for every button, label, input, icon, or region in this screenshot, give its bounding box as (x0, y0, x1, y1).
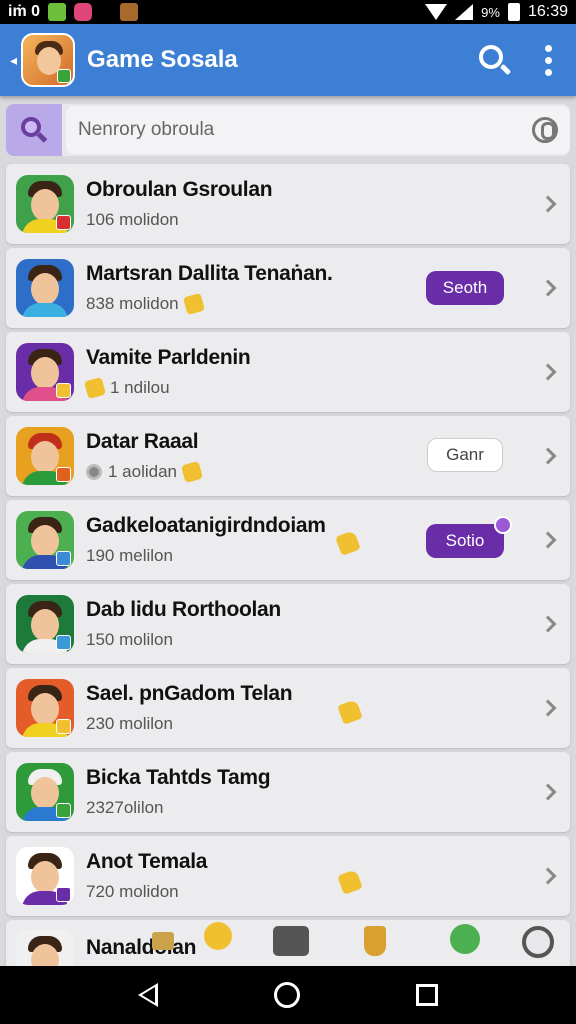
status-badge[interactable]: Sotio (426, 516, 512, 558)
emoji-icon (182, 292, 205, 316)
app-notification-icon (74, 3, 93, 21)
status-left-text: iṁ 0 (8, 3, 41, 20)
trophy-icon[interactable] (364, 926, 386, 956)
back-button[interactable] (138, 983, 158, 1007)
avatar (16, 595, 74, 653)
overflow-menu-icon[interactable] (545, 44, 552, 76)
contact-name: Dab lidu Rorthoolan (86, 598, 281, 621)
wifi-icon (425, 4, 448, 20)
avatar (16, 511, 74, 569)
avatar (16, 427, 74, 485)
list-item[interactable]: Datar Raaal 1 aolidan Ganr (6, 416, 570, 496)
system-nav-bar (0, 966, 576, 1024)
contact-name: Sael. pnGadom Telan (86, 682, 293, 705)
more-icon[interactable] (522, 926, 554, 958)
avatar (16, 175, 74, 233)
badge-icon[interactable] (450, 924, 480, 954)
search-icon[interactable] (477, 43, 512, 77)
list-item[interactable]: Gadkeloatanigirdndoiam 190 melilon Sotio (6, 500, 570, 580)
avatar (16, 847, 74, 905)
search-field (66, 106, 570, 154)
contact-sub: 1 aolidan (108, 462, 178, 481)
voice-icon[interactable] (532, 117, 558, 143)
bottom-toolbar (0, 918, 576, 966)
chat-icon[interactable] (152, 932, 174, 950)
search-input[interactable] (78, 119, 532, 141)
list-item[interactable]: Obroulan Gsroulan 106 molidon (6, 164, 570, 244)
notification-dot-icon (494, 516, 512, 534)
list-item[interactable]: Martsran Dallita Tenaṅan. 838 molidon Se… (6, 248, 570, 389)
app-bar: ◂ Game Sosala (0, 24, 576, 96)
signal-icon (455, 4, 474, 20)
contact-sub: 230 molilon (86, 714, 173, 733)
list-item[interactable]: Vamite Parldenin 1 ndilou (6, 332, 570, 412)
archive-icon[interactable] (273, 926, 309, 956)
contact-name: Vamite Parldenin (86, 346, 251, 369)
status-badge[interactable]: Seoth (426, 271, 504, 305)
list-item[interactable]: Dab lidu Rorthoolan 150 molilon (6, 584, 570, 664)
search-icon[interactable] (6, 104, 62, 156)
search-bar (6, 104, 570, 156)
page-title: Game Sosala (87, 46, 238, 73)
avatar (16, 259, 74, 317)
contact-sub: 150 molilon (86, 630, 173, 649)
list-item[interactable]: Bicka Tahtds Tamg 2327olilon (6, 752, 570, 832)
contact-sub: 190 melilon (86, 546, 173, 565)
list-item[interactable]: Sael. pnGadom Telan 230 molilon (6, 668, 570, 748)
contact-sub: 2327olilon (86, 798, 164, 817)
battery-percent: 9% (481, 4, 500, 20)
list-item[interactable]: Anot Temala 720 molidon (6, 836, 570, 916)
app-avatar[interactable] (21, 33, 76, 87)
thumbs-up-icon (83, 376, 107, 400)
status-badge-label: Sotio (445, 531, 485, 550)
emoji-icon[interactable] (204, 922, 232, 950)
contact-sub: 838 molidon (86, 294, 179, 313)
contact-name: Bicka Tahtds Tamg (86, 766, 271, 789)
coin-icon (86, 464, 102, 480)
home-button[interactable] (274, 982, 300, 1008)
back-icon[interactable]: ◂ (10, 52, 17, 69)
avatar (16, 343, 74, 401)
contact-name: Obroulan Gsroulan (86, 178, 273, 201)
status-bar: iṁ 0 9% 16:39 (0, 0, 576, 24)
avatar (16, 679, 74, 737)
clock: 16:39 (527, 3, 568, 20)
battery-icon (507, 3, 520, 21)
contact-sub: 106 molidon (86, 210, 179, 229)
contact-list: Obroulan Gsroulan 106 molidon Martsran D… (6, 164, 570, 976)
emoji-icon (180, 460, 204, 484)
contact-name: Anot Temala (86, 850, 208, 873)
app-notification-icon (120, 3, 139, 21)
contact-sub: 720 molidon (86, 882, 179, 901)
avatar (16, 763, 74, 821)
app-notification-icon (48, 3, 67, 21)
contact-sub: 1 ndilou (110, 378, 170, 397)
action-badge[interactable]: Ganr (427, 438, 503, 472)
recents-button[interactable] (416, 984, 438, 1006)
